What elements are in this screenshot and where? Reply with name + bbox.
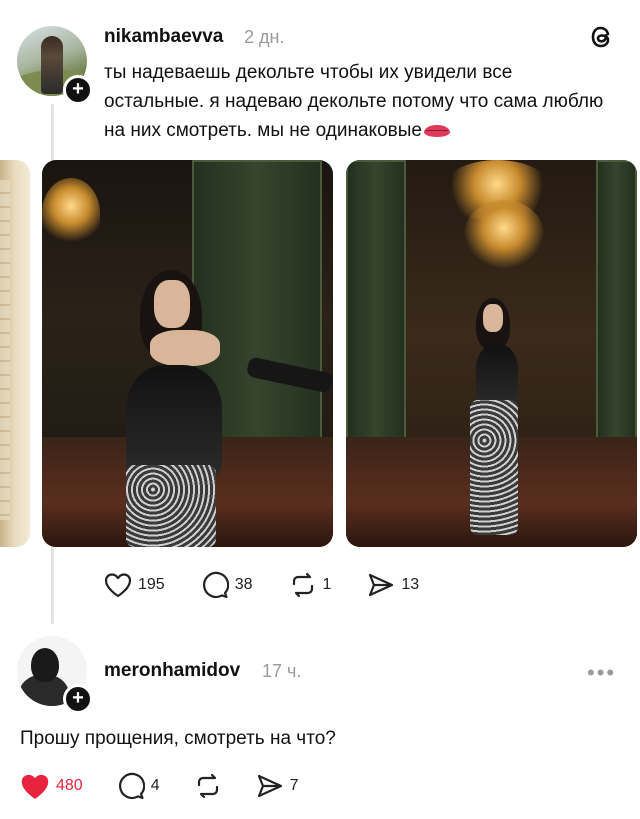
- carousel-photo-2[interactable]: [346, 160, 637, 547]
- dress-bodice-image: [476, 345, 518, 405]
- reply-timestamp: 17 ч.: [262, 661, 302, 681]
- avatar-figure: [41, 36, 63, 94]
- reply-count: 4: [150, 777, 160, 794]
- woman-face-image: [483, 304, 503, 332]
- like-button[interactable]: 195: [104, 572, 165, 598]
- comment-icon: [202, 571, 229, 599]
- comment-icon: [118, 772, 145, 800]
- repost-icon: [292, 572, 313, 598]
- more-options-icon[interactable]: •••: [587, 660, 616, 686]
- share-icon: [369, 573, 394, 597]
- woman-shoulders-image: [150, 330, 220, 366]
- lips-icon: [423, 124, 450, 137]
- reply-count: 38: [234, 576, 253, 593]
- share-count: 7: [289, 777, 299, 794]
- chandelier-image-2: [464, 200, 544, 270]
- like-count: 480: [56, 777, 83, 794]
- carousel-photo-previous[interactable]: [0, 160, 30, 547]
- heart-icon: [104, 573, 132, 598]
- heart-icon: [21, 774, 49, 799]
- avatar-figure-head: [31, 648, 59, 682]
- share-button[interactable]: 7: [256, 773, 299, 799]
- reply-button[interactable]: 4: [117, 772, 160, 800]
- follow-plus-icon[interactable]: +: [63, 684, 93, 714]
- repost-count: 1: [322, 576, 332, 593]
- repost-button[interactable]: 1: [289, 571, 332, 599]
- dress-bodice-image: [126, 365, 222, 475]
- like-count: 195: [138, 576, 165, 593]
- repost-button[interactable]: [194, 772, 222, 800]
- dress-skirt-image: [126, 465, 216, 547]
- reply-username[interactable]: meronhamidov: [104, 660, 240, 682]
- like-button[interactable]: 480: [20, 773, 83, 800]
- post-text: ты надеваешь декольте чтобы их увидели в…: [104, 58, 614, 145]
- post-text-body: ты надеваешь декольте чтобы их увидели в…: [104, 62, 604, 141]
- share-count: 13: [401, 576, 420, 593]
- woman-face-image: [154, 280, 190, 328]
- threads-logo-icon[interactable]: [587, 22, 617, 52]
- post-username[interactable]: nikambaevva: [104, 26, 223, 48]
- follow-plus-icon[interactable]: +: [63, 75, 93, 105]
- share-button[interactable]: 13: [367, 572, 419, 598]
- reply-text: Прошу прощения, смотреть на что?: [20, 728, 336, 749]
- chandelier-image: [42, 178, 100, 248]
- reply-button[interactable]: 38: [201, 571, 253, 599]
- reply-actions: 480 4 7: [20, 772, 299, 800]
- share-icon: [257, 774, 282, 798]
- carousel-photo-1[interactable]: [42, 160, 333, 547]
- post-actions: 195 38 1 13: [104, 571, 419, 599]
- post-timestamp: 2 дн.: [244, 27, 285, 47]
- repost-icon: [197, 773, 218, 799]
- dress-skirt-image: [470, 400, 518, 535]
